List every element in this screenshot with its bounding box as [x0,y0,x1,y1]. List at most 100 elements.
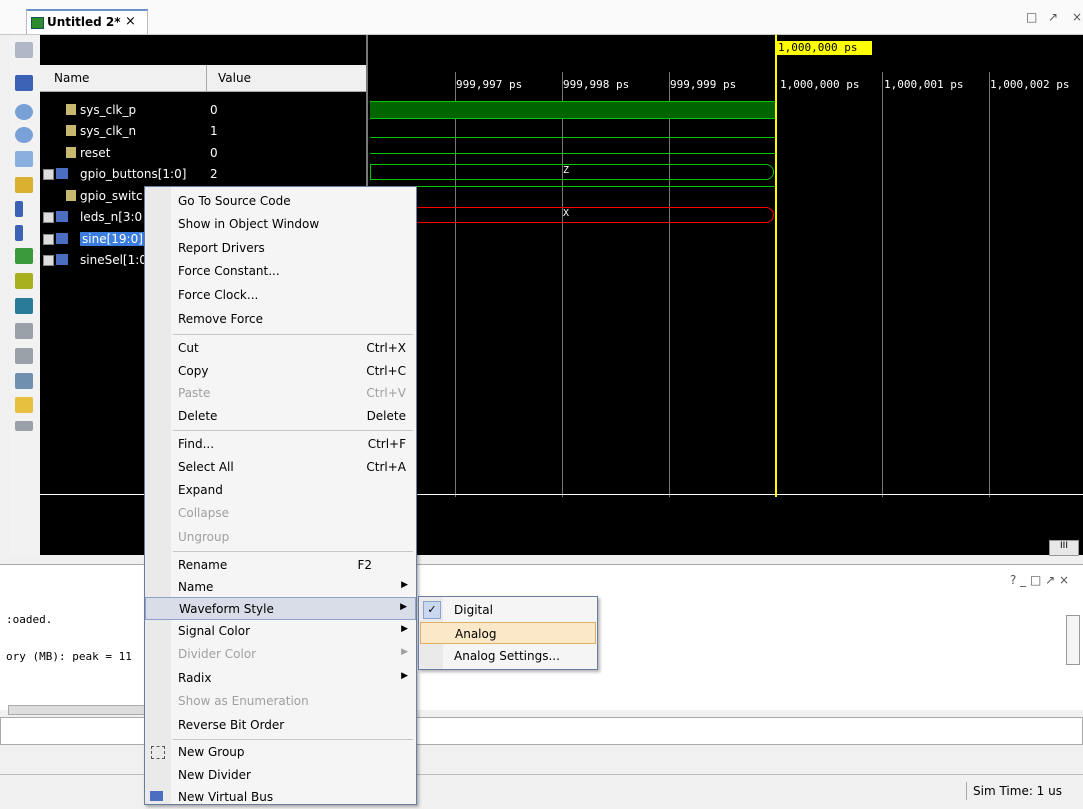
float-icon[interactable]: ↗ [1048,10,1058,24]
name-column-header[interactable]: Name [54,71,89,85]
wave-gpio-switches [370,186,775,187]
menu-item-force-clock[interactable]: Force Clock... [145,284,416,307]
wire-signal-icon [66,147,76,158]
wave-reset [370,153,775,154]
time-tick-label: 999,999 ps [670,78,737,91]
floating-ruler-icon[interactable] [15,421,33,431]
menu-item-go-to-source-code[interactable]: Go To Source Code [145,190,416,213]
time-tick-label: 999,997 ps [456,78,523,91]
menu-item-report-drivers[interactable]: Report Drivers [145,237,416,260]
menu-label: Waveform Style [179,602,274,616]
cursor-time-label: 1,000,000 ps [775,41,872,55]
time-cursor[interactable] [775,35,777,497]
menu-item-show-as-enumeration: Show as Enumeration [145,690,416,713]
signal-name: sys_clk_n [80,124,137,138]
snap-to-transition-icon[interactable] [15,397,33,413]
panel-divider [368,494,1083,495]
go-to-cursor-icon[interactable] [15,177,33,193]
menu-label: Ungroup [178,530,230,544]
scrollbar-thumb[interactable]: III [1049,540,1079,556]
menu-label: Analog Settings... [454,649,560,663]
add-marker-icon[interactable] [15,298,33,314]
expand-panel-icon[interactable] [15,42,33,58]
menu-label: Divider Color [178,647,257,661]
signal-name: sine[19:0] [80,232,145,246]
menu-item-new-virtual-bus[interactable]: New Virtual Bus [145,786,416,809]
wave-sys-clk-n [370,137,775,138]
menu-item-signal-color[interactable]: Signal Color ▶ [145,620,416,643]
expand-toggle-icon[interactable] [43,255,54,266]
signal-row[interactable]: gpio_buttons[1:0] 2 [40,164,366,184]
save-icon[interactable] [15,75,33,91]
console-window-controls[interactable]: ? _ □ ↗ × [1010,573,1069,587]
menu-item-cut[interactable]: Cut Ctrl+X [145,337,416,360]
next-transition-icon[interactable] [15,273,33,289]
restore-icon[interactable]: □ [1026,10,1037,24]
menu-item-reverse-bit-order[interactable]: Reverse Bit Order [145,714,416,737]
menu-item-select-all[interactable]: Select All Ctrl+A [145,456,416,479]
signal-name: sineSel[1:0 [80,253,147,267]
menu-item-radix[interactable]: Radix ▶ [145,667,416,690]
previous-marker-icon[interactable] [15,323,33,339]
wave-sys-clk-p [370,101,775,119]
menu-separator [173,739,413,740]
grid-line [562,72,563,497]
submenu-arrow-icon: ▶ [401,671,408,681]
signal-row[interactable]: sys_clk_p 0 [40,100,366,120]
tab-untitled-2[interactable]: Untitled 2* × [26,9,148,34]
grid-line [669,72,670,497]
zoom-fit-icon[interactable] [15,151,33,167]
menu-shortcut: Ctrl+C [366,364,406,378]
value-column-header[interactable]: Value [218,71,251,85]
previous-transition-icon[interactable] [15,248,33,264]
signal-value: 0 [210,103,218,117]
menu-label: Go To Source Code [178,194,291,208]
swap-cursors-icon[interactable] [15,373,33,389]
expand-toggle-icon[interactable] [43,212,54,223]
console-scrollbar[interactable] [1066,615,1080,665]
waveform-file-icon [31,17,44,29]
submenu-item-analog[interactable]: Analog [420,622,596,644]
signal-row[interactable]: sys_clk_n 1 [40,121,366,141]
menu-item-delete[interactable]: Delete Delete [145,405,416,428]
menu-item-expand[interactable]: Expand [145,479,416,502]
tab-close-icon[interactable]: × [125,14,136,29]
menu-item-name[interactable]: Name ▶ [145,576,416,599]
signal-row[interactable]: reset 0 [40,143,366,163]
bus-icon [150,791,163,801]
menu-item-rename[interactable]: Rename F2 [145,554,416,577]
menu-item-find[interactable]: Find... Ctrl+F [145,433,416,456]
next-marker-icon[interactable] [15,348,33,364]
bus-signal-icon [56,168,68,179]
zoom-in-icon[interactable] [15,104,33,120]
expand-toggle-icon[interactable] [43,234,54,245]
menu-label: Reverse Bit Order [178,718,285,732]
menu-item-divider-color: Divider Color ▶ [145,643,416,666]
menu-item-remove-force[interactable]: Remove Force [145,308,416,331]
wave-gpio-buttons: Z [370,164,774,180]
submenu-item-analog-settings[interactable]: Analog Settings... [420,645,596,667]
name-value-header: Name Value [40,65,366,92]
menu-label: Select All [178,460,234,474]
wave-leds-n: X [370,207,774,223]
menu-label: Copy [178,364,209,378]
signal-value: 0 [210,146,218,160]
menu-item-force-constant[interactable]: Force Constant... [145,260,416,283]
go-to-end-icon[interactable] [15,225,23,241]
menu-item-paste: Paste Ctrl+V [145,382,416,405]
menu-item-waveform-style[interactable]: Waveform Style ▶ [145,597,416,620]
menu-item-new-divider[interactable]: New Divider [145,764,416,787]
menu-label: Collapse [178,506,229,520]
menu-label: New Group [178,745,245,759]
menu-item-copy[interactable]: Copy Ctrl+C [145,360,416,383]
signal-name: sys_clk_p [80,103,137,117]
expand-toggle-icon[interactable] [43,169,54,180]
menu-separator [173,430,413,431]
close-panel-icon[interactable]: × [1072,10,1082,24]
go-to-start-icon[interactable] [15,201,23,217]
menu-item-show-in-object-window[interactable]: Show in Object Window [145,213,416,236]
submenu-item-digital[interactable]: ✓ Digital [420,599,596,621]
zoom-out-icon[interactable] [15,127,33,143]
column-divider[interactable] [206,65,207,91]
menu-item-new-group[interactable]: New Group [145,741,416,764]
